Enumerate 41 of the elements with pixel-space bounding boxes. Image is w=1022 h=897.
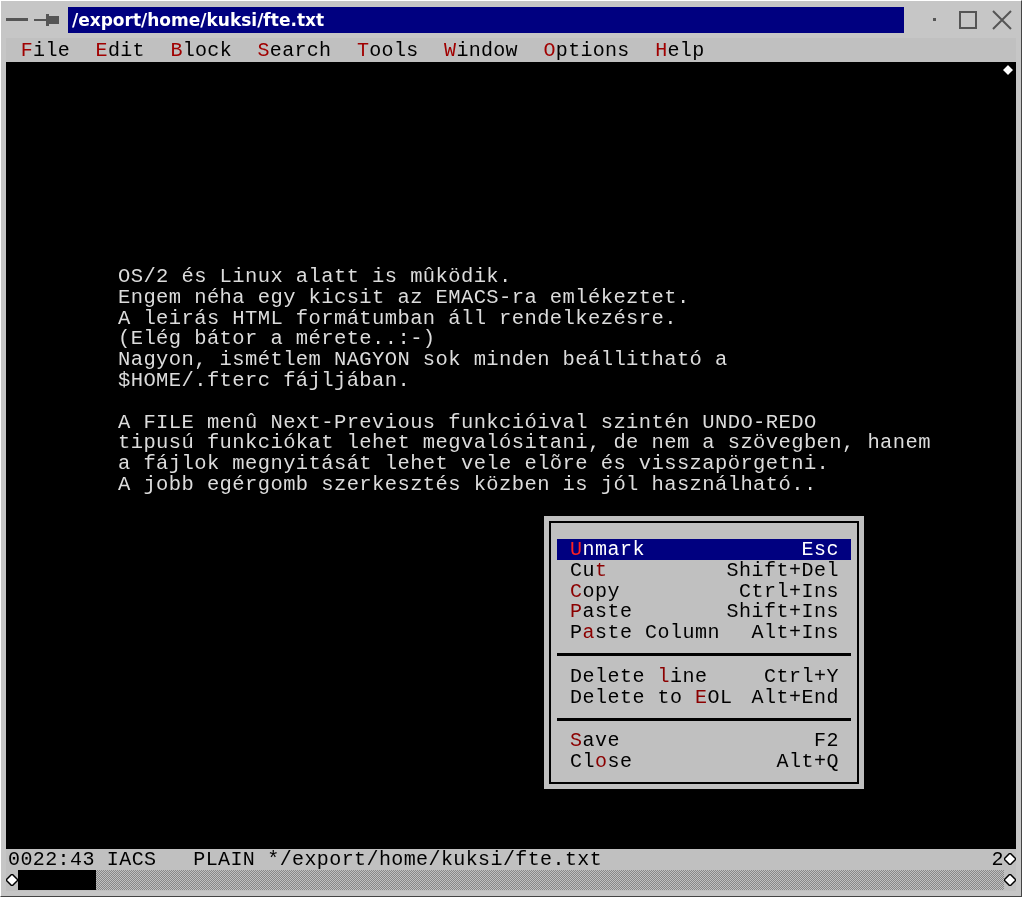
text-line: A jobb egérgomb szerkesztés közben is jól használható..: [118, 474, 817, 496]
context-menu-item[interactable]: Cut Shift+Del: [557, 559, 851, 581]
context-menu-item[interactable]: Paste Column Alt+Ins: [557, 622, 851, 643]
text-line: $HOME/.fterc fájljában.: [118, 371, 412, 392]
horizontal-scrollbar[interactable]: [18, 870, 1004, 890]
text-line: Engem néha egy kicsit az EMACS-ra emlékeztet.: [118, 287, 691, 309]
pin-icon[interactable]: [34, 11, 60, 28]
menu-item[interactable]: Window: [431, 38, 531, 62]
scroll-marker-icon[interactable]: [1002, 64, 1014, 76]
context-menu-item[interactable]: Copy Ctrl+Ins: [557, 580, 851, 602]
text-line: A FILE menû Next-Previous funkcióival szintén UNDO-REDO: [118, 412, 817, 434]
context-menu-item[interactable]: Delete to EOL Alt+End: [557, 686, 851, 708]
text-line: a fájlok megnyitását lehet vele elõre és visszapörgetni.: [118, 454, 831, 475]
editor-area[interactable]: [6, 62, 1016, 847]
context-menu-item[interactable]: Close Alt+Q: [557, 751, 851, 773]
window-number: 2: [991, 847, 1004, 871]
context-menu-item[interactable]: Save F2: [557, 730, 851, 752]
menu-item[interactable]: File: [8, 38, 83, 62]
cursor-position: 0022:43: [8, 847, 95, 871]
context-menu-item[interactable]: Delete line Ctrl+Y: [557, 666, 851, 687]
file-path: */export/home/kuksi/fte.txt: [267, 847, 603, 871]
text-line: OS/2 és Linux alatt is mûködik.: [118, 267, 513, 288]
window-title: /export/home/kuksi/fte.txt: [68, 6, 904, 33]
text-line: A leirás HTML formátumban áll rendelkezésre.: [118, 308, 678, 330]
context-menu-item[interactable]: Paste Shift+Ins: [557, 601, 851, 623]
text-line: (Elég bátor a mérete..:-): [118, 329, 436, 351]
text-line: Nagyon, ismétlem NAGYON sok minden beállitható a: [118, 350, 729, 371]
file-type: PLAIN: [192, 847, 256, 871]
menu-item[interactable]: Edit: [82, 38, 158, 62]
scroll-right-icon[interactable]: [1004, 874, 1016, 886]
menu-item[interactable]: Tools: [344, 38, 432, 62]
scroll-marker-icon[interactable]: [1004, 853, 1016, 865]
menu-item[interactable]: Block: [157, 38, 245, 62]
menu-item[interactable]: Help: [642, 38, 718, 62]
context-menu-item[interactable]: Unmark Esc: [557, 539, 851, 560]
text-line: tipusú funkciókat lehet megvalósitani, de nem a szövegben, hanem: [118, 433, 932, 455]
input-mode: IACS: [106, 847, 157, 871]
menu-item[interactable]: Options: [530, 38, 643, 62]
scrollbar-thumb[interactable]: [18, 870, 96, 890]
menu-item[interactable]: Search: [244, 38, 345, 62]
scroll-left-icon[interactable]: [6, 874, 18, 886]
